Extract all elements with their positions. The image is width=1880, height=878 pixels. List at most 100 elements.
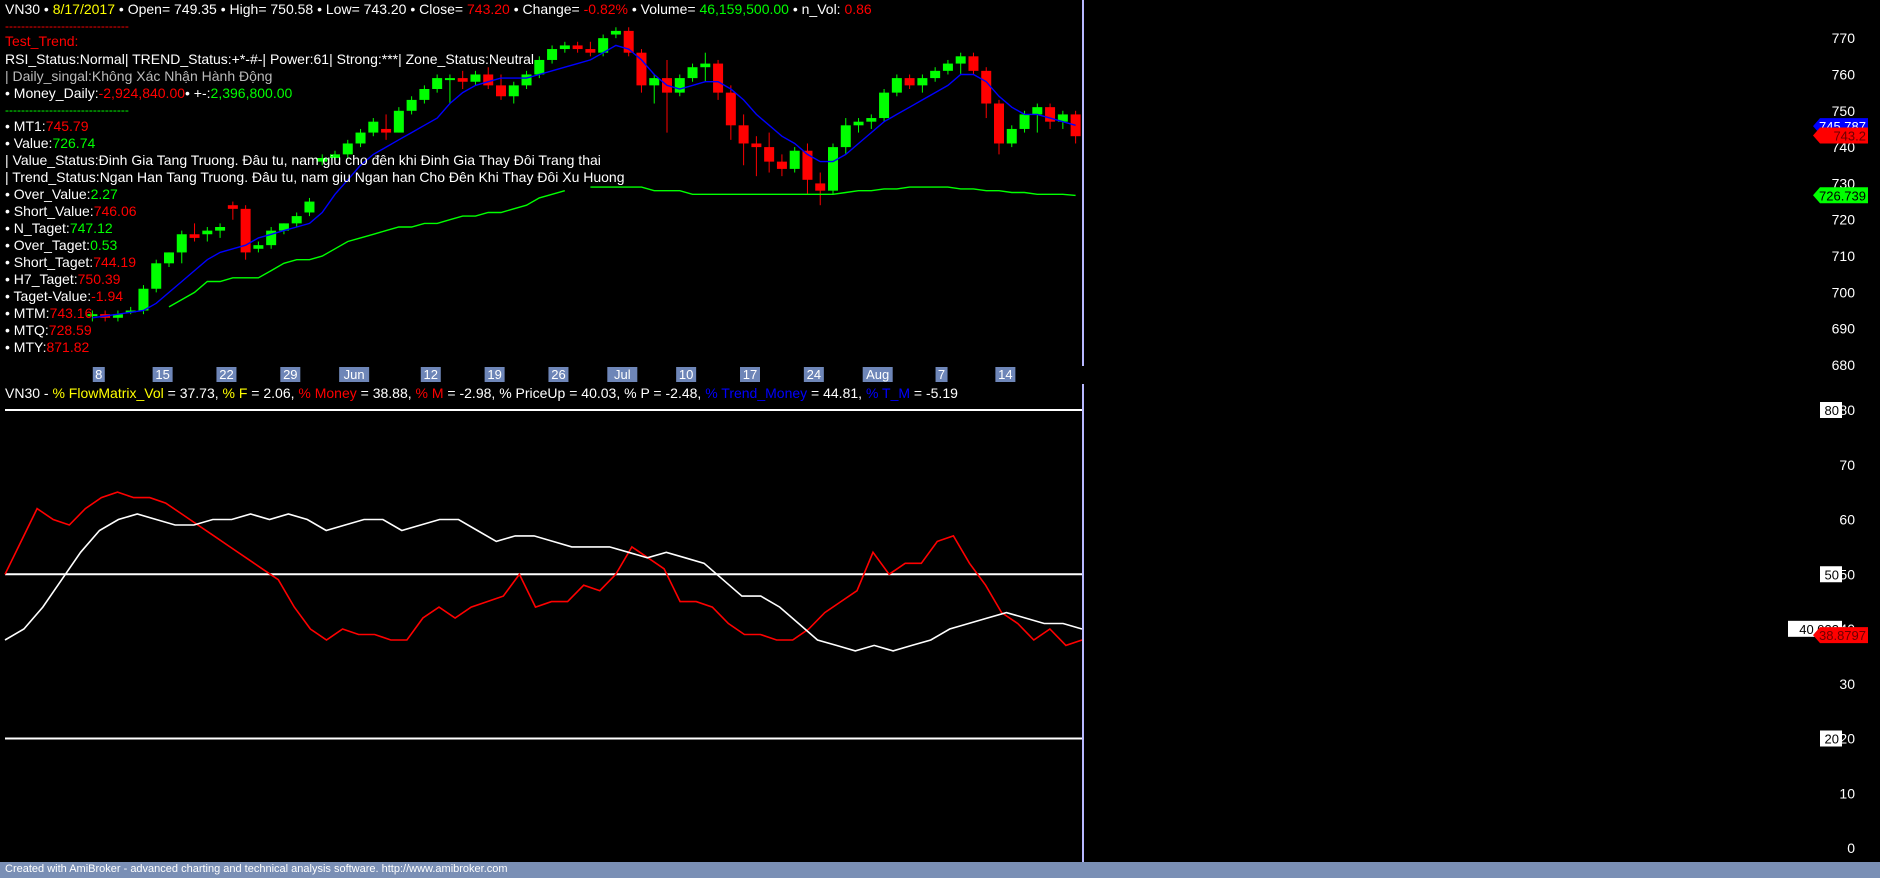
date-axis-label: 19 — [487, 367, 501, 382]
indicator-line-money — [4, 491, 1083, 647]
indicator-badge: 80 — [1820, 402, 1842, 418]
chart-canvas: 770760750740730720710700690680745.787743… — [4, 0, 1868, 862]
candle-body — [828, 147, 838, 191]
indicator-badge-label: 80 — [1825, 403, 1839, 418]
daily-signal: | Daily_singal:Không Xác Nhận Hành Động — [5, 68, 272, 84]
candle-body — [138, 288, 149, 311]
candle-body — [853, 121, 864, 126]
candle-body — [687, 67, 698, 79]
candle-body — [1070, 114, 1081, 137]
candle-body — [674, 78, 685, 93]
candle-body — [917, 78, 928, 86]
separator-line: ------------------------------- — [5, 103, 129, 117]
info-row: • Over_Taget:0.53 — [5, 237, 118, 253]
indicator-badge-label: 38.8797 — [1819, 628, 1866, 643]
price-tick-label: 700 — [1832, 284, 1856, 300]
candle-body — [764, 147, 775, 162]
indicator-badge: 38.8797 — [1813, 627, 1868, 644]
date-axis-label: Jul — [614, 367, 631, 382]
candle-body — [713, 63, 724, 93]
candle-body — [151, 263, 162, 289]
date-axis-label: Jun — [344, 367, 365, 382]
candle-body — [381, 128, 392, 133]
candle-body — [432, 78, 443, 89]
info-row: • Over_Value:2.27 — [5, 186, 118, 202]
indicator-tick-label: 60 — [1839, 512, 1855, 528]
info-row: • Short_Taget:744.19 — [5, 254, 136, 270]
candle-body — [291, 216, 302, 224]
candle-body — [1019, 114, 1030, 129]
candle-body — [1006, 128, 1017, 144]
candle-body — [470, 74, 481, 82]
candle-body — [189, 234, 200, 238]
date-axis-label: 26 — [551, 367, 565, 382]
info-row: • MT1:745.79 — [5, 118, 89, 134]
candle-body — [444, 78, 455, 81]
test-trend-title: Test_Trend: — [5, 33, 78, 49]
indicator-tick-label: 10 — [1839, 785, 1855, 801]
indicator-badge: 50 — [1820, 566, 1842, 583]
candle-body — [164, 252, 174, 264]
candle-body — [534, 59, 545, 75]
info-row: • H7_Taget:750.39 — [5, 271, 121, 287]
footer-text: Created with AmiBroker - advanced charti… — [5, 863, 508, 875]
candle-body — [508, 85, 519, 97]
date-axis-label: 15 — [155, 367, 169, 382]
candle-body — [738, 125, 749, 144]
info-row: • Value:726.74 — [5, 135, 95, 151]
info-row: | Trend_Status:Ngan Han Tang Truong. Đâu… — [5, 169, 625, 185]
candle-body — [304, 201, 315, 213]
price-tick-label: 680 — [1832, 357, 1856, 373]
money-daily: • Money_Daily:-2,924,840.00• +-:2,396,80… — [5, 85, 293, 101]
date-axis-label: 29 — [283, 367, 297, 382]
candle-body — [942, 63, 953, 71]
info-row: • N_Taget:747.12 — [5, 220, 113, 236]
info-row: • MTQ:728.59 — [5, 322, 92, 338]
indicator-tick-label: 30 — [1839, 676, 1855, 692]
candle-body — [483, 74, 494, 86]
indicator-badge-label: 20 — [1825, 732, 1839, 747]
indicator-tick-label: 0 — [1847, 840, 1855, 856]
candle-body — [419, 89, 430, 100]
price-tick-label: 760 — [1832, 66, 1856, 82]
candle-body — [891, 78, 902, 93]
candle-body — [559, 45, 570, 50]
info-row: • MTM:743.16 — [5, 305, 93, 321]
candle-body — [253, 245, 264, 249]
candle-body — [930, 70, 941, 79]
candle-body — [227, 205, 238, 209]
separator-line: ------------------------------- — [5, 19, 129, 33]
candle-body — [815, 183, 826, 191]
price-tick-label: 750 — [1832, 103, 1856, 119]
date-axis-label: Aug — [866, 367, 889, 382]
candle-body — [649, 78, 660, 86]
candle-body — [789, 150, 800, 169]
candle-body — [521, 74, 532, 86]
indicator-title: VN30 - % FlowMatrix_Vol = 37.73, % F = 2… — [5, 385, 958, 401]
indicator-badge-label: 50 — [1825, 567, 1839, 582]
candle-body — [751, 143, 762, 148]
price-tick-label: 710 — [1832, 248, 1856, 264]
price-badge: 743.2 — [1813, 127, 1868, 144]
candle-body — [457, 78, 468, 82]
info-row: • Short_Value:746.06 — [5, 203, 137, 219]
indicator-line-priceup — [4, 513, 1083, 652]
indicator-panel — [4, 409, 1083, 740]
candle-body — [572, 45, 583, 50]
candle-body — [981, 70, 992, 104]
price-badge-label: 726.739 — [1819, 188, 1866, 203]
candle-body — [496, 85, 506, 97]
price-tick-label: 770 — [1832, 30, 1856, 46]
date-axis-label: 14 — [998, 367, 1012, 382]
candle-body — [904, 78, 915, 86]
quote-header: VN30 • 8/17/2017 • Open= 749.35 • High= … — [5, 1, 872, 17]
info-row: • MTY:871.82 — [5, 339, 90, 355]
candle-body — [776, 161, 787, 169]
candle-body — [393, 110, 404, 133]
candle-body — [1032, 107, 1043, 115]
indicator-badge: 20 — [1820, 730, 1842, 747]
date-axis-label: 8 — [95, 367, 102, 382]
date-axis-label: 10 — [679, 367, 693, 382]
price-tick-label: 720 — [1832, 212, 1856, 228]
candle-body — [547, 49, 558, 60]
